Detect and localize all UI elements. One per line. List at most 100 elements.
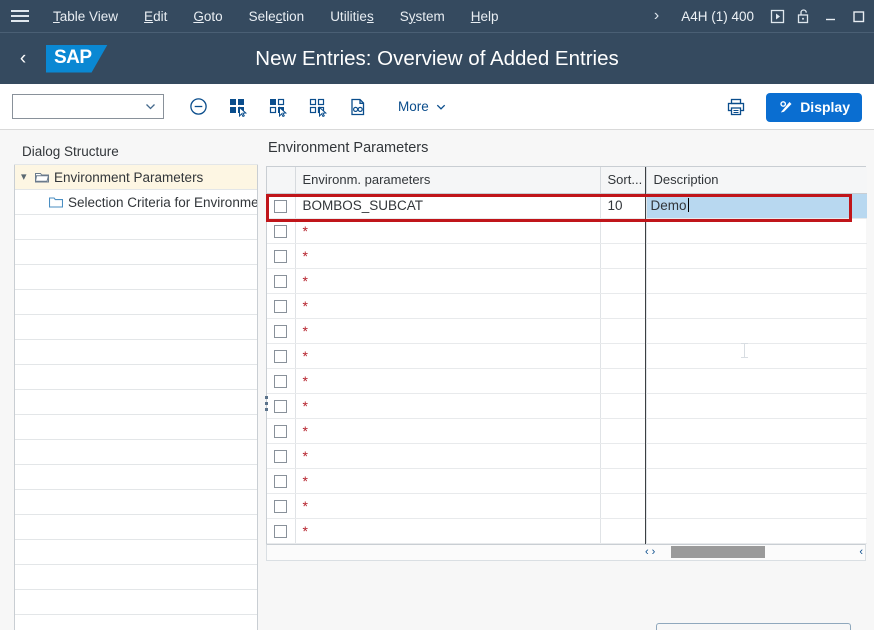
table-row[interactable]: * [267, 343, 867, 369]
cell-environm-parameter[interactable]: * [295, 518, 601, 544]
cell-sort[interactable] [600, 368, 647, 394]
cell-sort[interactable]: 10 [600, 193, 647, 219]
column-header-description[interactable]: Description [646, 167, 867, 194]
sidebar-item-environment-parameters[interactable]: ▾ Environment Parameters [15, 165, 257, 190]
cell-sort[interactable] [600, 393, 647, 419]
cell-sort[interactable] [600, 418, 647, 444]
panel-splitter-handle[interactable] [264, 385, 268, 421]
row-checkbox[interactable] [274, 399, 288, 413]
row-checkbox[interactable] [274, 449, 288, 463]
cell-sort[interactable] [600, 243, 647, 269]
menu-item-system[interactable]: System [387, 5, 458, 28]
cell-description[interactable] [646, 418, 867, 444]
cell-environm-parameter[interactable]: * [295, 268, 601, 294]
menu-item-edit[interactable]: Edit [131, 5, 180, 28]
cell-environm-parameter[interactable]: * [295, 418, 601, 444]
bottom-partial-button[interactable] [656, 623, 851, 630]
display-button[interactable]: Display [766, 92, 862, 122]
cell-sort[interactable] [600, 443, 647, 469]
table-horizontal-scrollbar[interactable]: ‹ › ‹ [266, 543, 866, 561]
row-select-cell[interactable] [267, 518, 296, 544]
variant-select-dropdown[interactable] [12, 94, 164, 119]
row-checkbox[interactable] [274, 274, 288, 288]
row-select-cell[interactable] [267, 293, 296, 319]
row-checkbox[interactable] [274, 474, 288, 488]
cell-sort[interactable] [600, 518, 647, 544]
cell-sort[interactable] [600, 468, 647, 494]
row-select-cell[interactable] [267, 368, 296, 394]
cell-description[interactable] [646, 368, 867, 394]
deselect-all-button[interactable] [298, 92, 338, 122]
row-select-cell[interactable] [267, 318, 296, 344]
row-select-cell[interactable] [267, 468, 296, 494]
cell-sort[interactable] [600, 268, 647, 294]
table-row[interactable]: * [267, 418, 867, 444]
menu-item-goto[interactable]: Goto [180, 5, 235, 28]
cell-description[interactable] [646, 268, 867, 294]
scroll-far-right-arrow-icon[interactable]: ‹ [859, 546, 863, 558]
row-checkbox[interactable] [274, 249, 288, 263]
row-checkbox[interactable] [274, 349, 288, 363]
print-button[interactable] [716, 92, 756, 122]
scroll-right-arrow-icon[interactable]: › [652, 546, 656, 558]
sidebar-item-selection-criteria[interactable]: Selection Criteria for Environme [15, 190, 257, 215]
row-select-cell[interactable] [267, 443, 296, 469]
unlocked-padlock-icon[interactable] [790, 5, 816, 27]
maximize-window-button[interactable] [844, 0, 872, 32]
cell-environm-parameter[interactable]: * [295, 368, 601, 394]
cell-environm-parameter[interactable]: * [295, 393, 601, 419]
row-checkbox[interactable] [274, 374, 288, 388]
cell-environm-parameter[interactable]: * [295, 318, 601, 344]
cell-description[interactable] [646, 518, 867, 544]
cell-sort[interactable] [600, 318, 647, 344]
cell-description-active-input[interactable]: Demo [646, 193, 867, 219]
cell-description[interactable] [646, 443, 867, 469]
table-row[interactable]: * [267, 493, 867, 519]
row-checkbox[interactable] [274, 199, 288, 213]
cell-environm-parameter[interactable]: * [295, 243, 601, 269]
cell-sort[interactable] [600, 293, 647, 319]
back-chevron-icon[interactable]: ‹ [0, 33, 46, 85]
more-menu-button[interactable]: More [388, 95, 457, 118]
menu-item-selection[interactable]: Selection [236, 5, 318, 28]
row-select-cell[interactable] [267, 418, 296, 444]
cell-sort[interactable] [600, 493, 647, 519]
cell-description[interactable] [646, 468, 867, 494]
table-row[interactable]: * [267, 393, 867, 419]
cell-sort[interactable] [600, 343, 647, 369]
scroll-left-arrow-icon[interactable]: ‹ [645, 546, 649, 558]
cell-environm-parameter[interactable]: * [295, 468, 601, 494]
table-row[interactable]: * [267, 468, 867, 494]
table-row[interactable]: * [267, 293, 867, 319]
delete-row-button[interactable] [178, 92, 218, 122]
table-row[interactable]: * [267, 518, 867, 544]
hamburger-menu-icon[interactable] [0, 0, 40, 32]
table-row[interactable]: * [267, 243, 867, 269]
table-row[interactable]: * [267, 318, 867, 344]
cell-environm-parameter[interactable]: * [295, 343, 601, 369]
select-all-button[interactable] [218, 92, 258, 122]
table-row[interactable]: BOMBOS_SUBCAT 10 Demo [267, 193, 867, 219]
row-checkbox[interactable] [274, 224, 288, 238]
column-header-select[interactable] [267, 167, 296, 194]
cell-sort[interactable] [600, 218, 647, 244]
cell-description[interactable] [646, 393, 867, 419]
chevron-down-icon[interactable]: ▾ [21, 165, 35, 190]
chevron-right-icon[interactable]: › [642, 7, 671, 25]
row-select-cell[interactable] [267, 268, 296, 294]
row-checkbox[interactable] [274, 299, 288, 313]
row-checkbox[interactable] [274, 524, 288, 538]
minimize-window-button[interactable] [816, 0, 844, 32]
cell-environm-parameter[interactable]: * [295, 493, 601, 519]
row-select-cell[interactable] [267, 193, 296, 219]
row-select-cell[interactable] [267, 218, 296, 244]
menu-item-help[interactable]: Help [458, 5, 512, 28]
scrollbar-thumb[interactable] [671, 546, 765, 558]
row-select-cell[interactable] [267, 243, 296, 269]
select-block-button[interactable] [258, 92, 298, 122]
column-header-environm-parameters[interactable]: Environm. parameters [295, 167, 601, 194]
row-checkbox[interactable] [274, 499, 288, 513]
menu-item-table-view[interactable]: Table View [40, 5, 131, 28]
play-square-icon[interactable] [764, 5, 790, 27]
cell-description[interactable] [646, 343, 867, 369]
